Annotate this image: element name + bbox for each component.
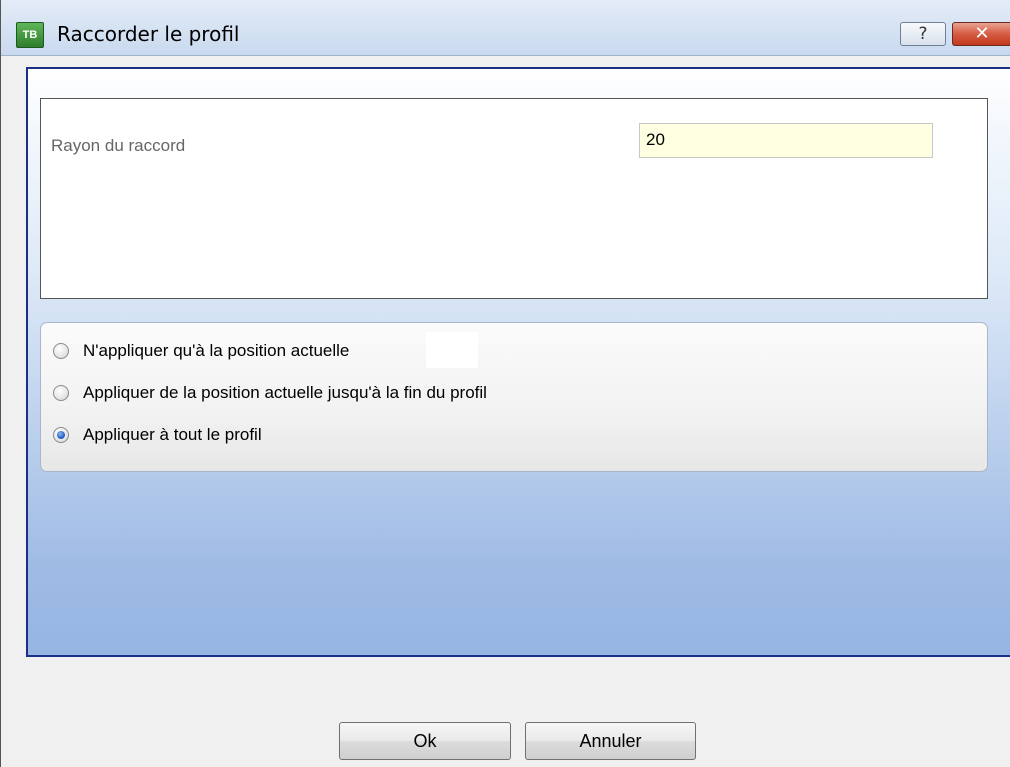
radio-label: Appliquer à tout le profil [83, 425, 262, 444]
title-bar[interactable]: TB Raccorder le profil ? ✕ [1, 0, 1010, 56]
ok-button[interactable]: Ok [339, 722, 511, 760]
radio-option-current-position[interactable]: N'appliquer qu'à la position actuelle [53, 339, 349, 363]
radio-label: Appliquer de la position actuelle jusqu'… [83, 383, 487, 402]
radio-button-selected[interactable] [53, 427, 69, 443]
radio-label: N'appliquer qu'à la position actuelle [83, 341, 350, 360]
main-panel: Rayon du raccord 20 N'appliquer qu'à la … [26, 67, 1010, 657]
radio-button[interactable] [53, 343, 69, 359]
blank-patch [426, 332, 478, 368]
radius-label: Rayon du raccord [51, 136, 186, 155]
help-icon: ? [918, 24, 928, 44]
radius-input[interactable]: 20 [639, 123, 933, 158]
close-icon: ✕ [974, 23, 990, 44]
parameters-box: Rayon du raccord 20 [40, 98, 988, 299]
dialog-window: TB Raccorder le profil ? ✕ Rayon du racc… [0, 0, 1010, 767]
apply-options-group: N'appliquer qu'à la position actuelle Ap… [40, 322, 988, 472]
radio-button[interactable] [53, 385, 69, 401]
radio-option-whole-profile[interactable]: Appliquer à tout le profil [53, 423, 262, 447]
help-button[interactable]: ? [900, 22, 946, 46]
window-title: Raccorder le profil [57, 22, 240, 46]
app-icon: TB [16, 22, 44, 48]
cancel-button[interactable]: Annuler [525, 722, 696, 760]
radio-option-to-end[interactable]: Appliquer de la position actuelle jusqu'… [53, 381, 487, 405]
close-button[interactable]: ✕ [952, 22, 1010, 46]
